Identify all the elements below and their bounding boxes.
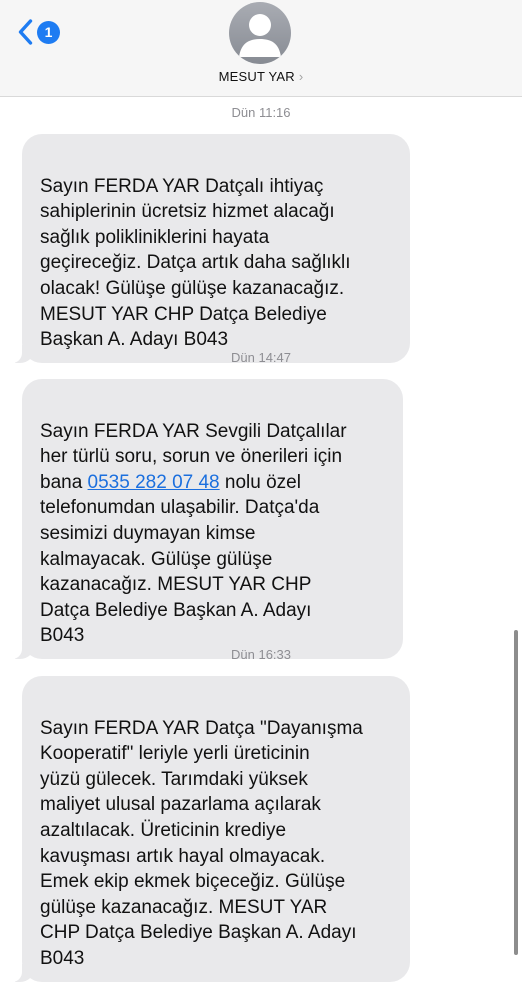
message-text: Sayın FERDA YAR Datça "Dayanışma Koopera… <box>40 717 363 969</box>
message-timestamp: Dün 16:33 <box>231 647 291 662</box>
conversation-header: 1 MESUT YAR › <box>0 0 522 97</box>
unread-count-badge: 1 <box>37 20 60 44</box>
message-timestamp: Dün 14:47 <box>231 350 291 365</box>
chevron-right-icon: › <box>298 68 304 84</box>
person-silhouette-icon <box>239 14 281 57</box>
contact-name: MESUT YAR <box>218 68 295 84</box>
message-text: nolu özel telefonumdan ulaşabilir. Datça… <box>40 471 320 647</box>
contact-avatar[interactable] <box>229 2 291 64</box>
message-bubble[interactable]: Sayın FERDA YAR Sevgili Datçalılar her t… <box>12 379 403 659</box>
back-button[interactable]: 1 <box>18 18 60 46</box>
phone-number-link[interactable]: 0535 282 07 48 <box>88 472 220 493</box>
chevron-left-icon <box>18 19 33 45</box>
contact-name-button[interactable]: MESUT YAR › <box>0 68 522 84</box>
scrollbar[interactable] <box>514 630 518 955</box>
message-text: Sayın FERDA YAR Datçalı ihtiyaç sahipler… <box>40 175 351 351</box>
message-timestamp: Dün 11:16 <box>231 105 291 120</box>
message-bubble[interactable]: Sayın FERDA YAR Datçalı ihtiyaç sahipler… <box>12 134 410 363</box>
message-bubble[interactable]: Sayın FERDA YAR Datça "Dayanışma Koopera… <box>12 676 410 982</box>
